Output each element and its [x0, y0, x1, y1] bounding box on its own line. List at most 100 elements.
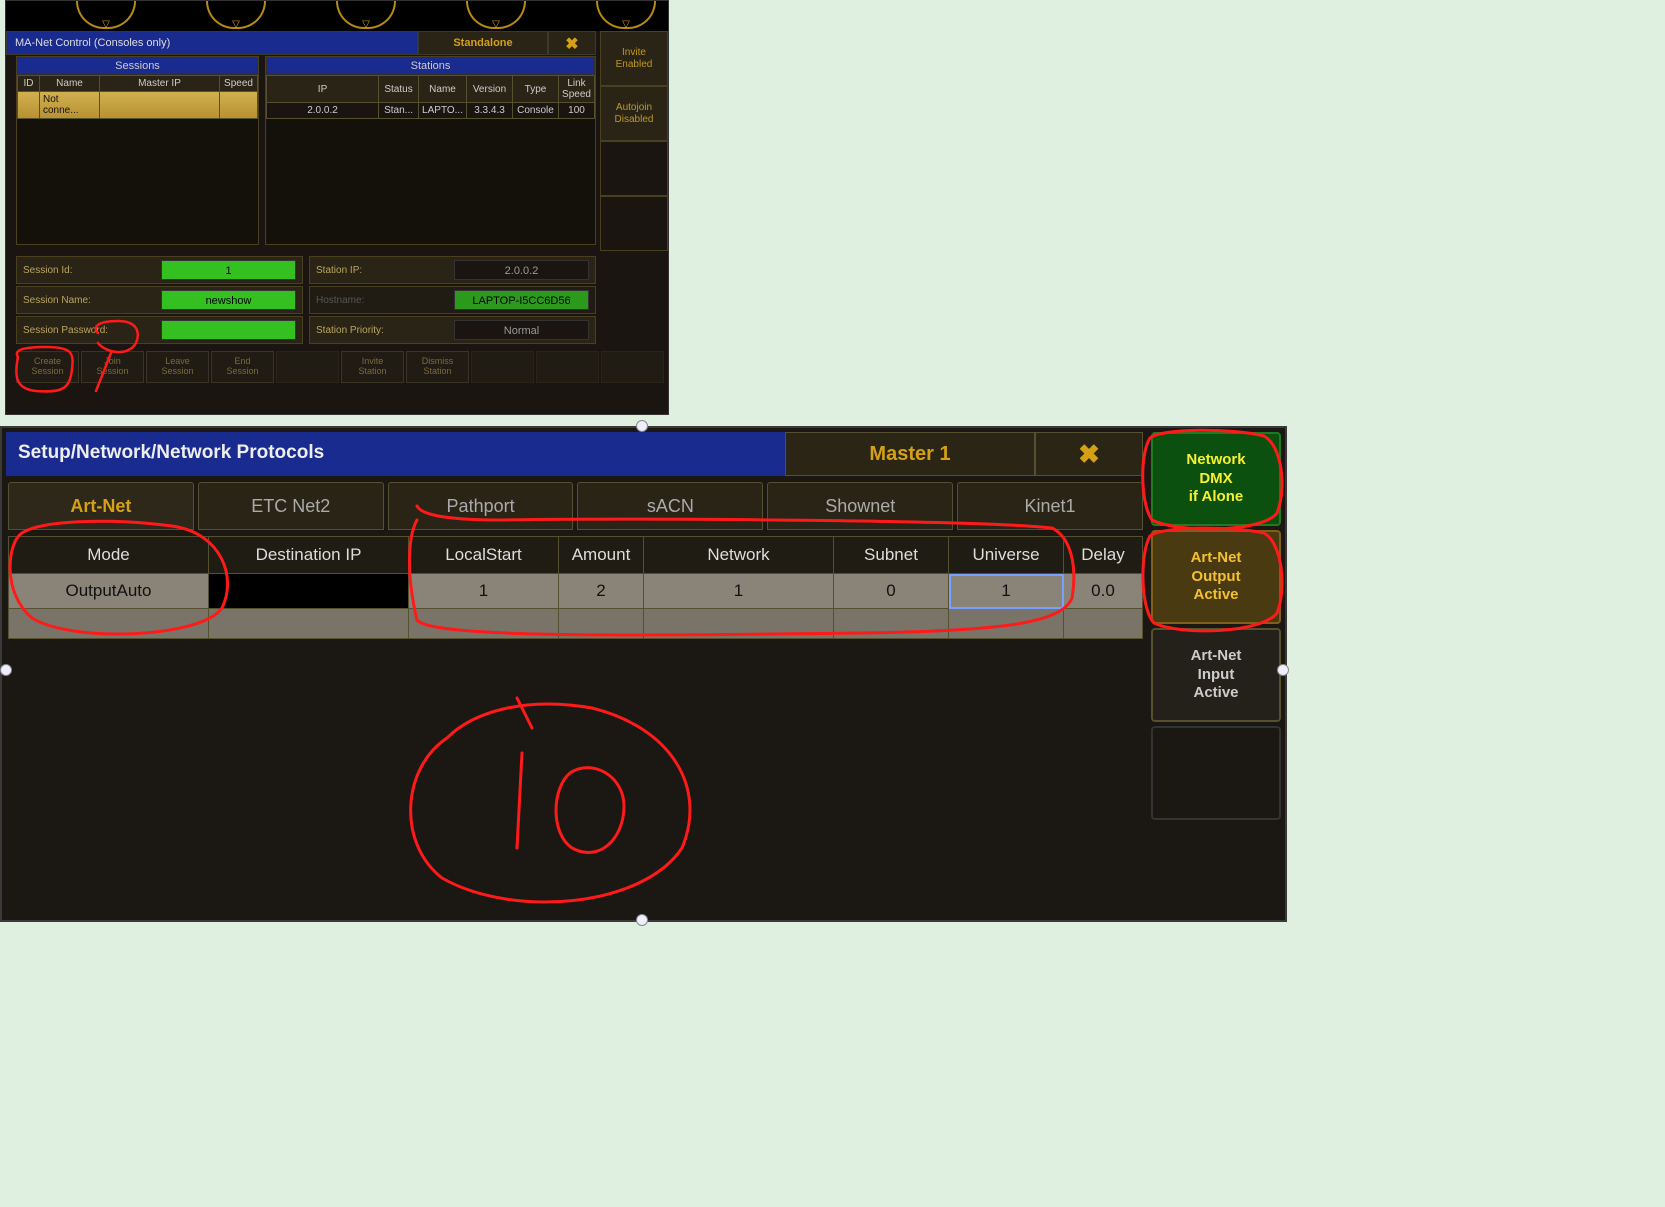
session-row[interactable]: Not conne...: [18, 92, 258, 119]
col-mode[interactable]: Mode: [9, 537, 209, 574]
col-localstart[interactable]: LocalStart: [409, 537, 559, 574]
close-icon[interactable]: ✖: [548, 31, 596, 55]
leave-session-button[interactable]: Leave Session: [146, 351, 209, 383]
priority-field[interactable]: Normal: [454, 320, 589, 340]
station-ip-row: Station IP: 2.0.0.2: [309, 256, 596, 284]
col-link-speed[interactable]: Link Speed: [559, 76, 595, 103]
blank-button: [1151, 726, 1281, 820]
resize-handle-icon[interactable]: [636, 914, 648, 926]
blank-button: [601, 351, 664, 383]
standalone-button[interactable]: Standalone: [418, 31, 548, 55]
tab-pathport[interactable]: Pathport: [388, 482, 574, 530]
session-name-label: Session Name:: [23, 295, 161, 306]
session-id-label: Session Id:: [23, 265, 161, 276]
col-name[interactable]: Name: [40, 76, 100, 92]
cell-network[interactable]: 1: [644, 574, 834, 609]
session-id-row: Session Id: 1: [16, 256, 303, 284]
col-type[interactable]: Type: [513, 76, 559, 103]
create-session-button[interactable]: Create Session: [16, 351, 79, 383]
tab-artnet[interactable]: Art-Net: [8, 482, 194, 530]
close-icon[interactable]: ✖: [1035, 432, 1143, 476]
dismiss-station-button[interactable]: Dismiss Station: [406, 351, 469, 383]
encoder-knob[interactable]: [336, 1, 396, 29]
cell-delay[interactable]: 0.0: [1064, 574, 1143, 609]
resize-handle-icon[interactable]: [1277, 664, 1289, 676]
resize-handle-icon[interactable]: [636, 420, 648, 432]
empty-row[interactable]: [9, 609, 1143, 639]
col-status[interactable]: Status: [379, 76, 419, 103]
session-pwd-row: Session Password:: [16, 316, 303, 344]
col-name[interactable]: Name: [419, 76, 467, 103]
col-network[interactable]: Network: [644, 537, 834, 574]
col-ip[interactable]: IP: [267, 76, 379, 103]
encoder-knob[interactable]: [76, 1, 136, 29]
sessions-table[interactable]: ID Name Master IP Speed Not conne...: [17, 75, 258, 244]
artnet-row[interactable]: OutputAuto 1 2 1 0 1 0.0: [9, 574, 1143, 609]
blank-button: [600, 141, 668, 196]
col-id[interactable]: ID: [18, 76, 40, 92]
cell-mode[interactable]: OutputAuto: [9, 574, 209, 609]
hostname-label: Hostname:: [316, 295, 454, 306]
col-speed[interactable]: Speed: [220, 76, 258, 92]
end-session-button[interactable]: End Session: [211, 351, 274, 383]
protocol-tabs: Art-Net ETC Net2 Pathport sACN Shownet K…: [8, 482, 1143, 530]
stations-panel: Stations IP Status Name Version Type Lin…: [265, 56, 596, 245]
background-bottom: [0, 922, 1665, 1207]
encoder-knob[interactable]: [596, 1, 656, 29]
page-title: Setup/Network/Network Protocols: [6, 432, 785, 476]
station-row[interactable]: 2.0.0.2 Stan... LAPTO... 3.3.4.3 Console…: [267, 103, 595, 119]
window-title: MA-Net Control (Consoles only): [6, 31, 418, 55]
cell-amount[interactable]: 2: [559, 574, 644, 609]
tab-sacn[interactable]: sACN: [577, 482, 763, 530]
col-delay[interactable]: Delay: [1064, 537, 1143, 574]
hostname-field[interactable]: LAPTOP-I5CC6D56: [454, 290, 589, 310]
tab-shownet[interactable]: Shownet: [767, 482, 953, 530]
sessions-header: Sessions: [17, 57, 258, 75]
cell-subnet[interactable]: 0: [834, 574, 949, 609]
stations-table[interactable]: IP Status Name Version Type Link Speed 2…: [266, 75, 595, 244]
artnet-output-active-button[interactable]: Art-Net Output Active: [1151, 530, 1281, 624]
blank-button: [276, 351, 339, 383]
col-version[interactable]: Version: [467, 76, 513, 103]
background-right: [664, 0, 1665, 415]
tab-etcnet2[interactable]: ETC Net2: [198, 482, 384, 530]
col-subnet[interactable]: Subnet: [834, 537, 949, 574]
col-master-ip[interactable]: Master IP: [100, 76, 220, 92]
manet-control-window: MA-Net Control (Consoles only) Standalon…: [5, 0, 669, 415]
session-pwd-field[interactable]: [161, 320, 296, 340]
stations-header: Stations: [266, 57, 595, 75]
background-gap: [0, 415, 1665, 426]
resize-handle-icon[interactable]: [0, 664, 12, 676]
station-ip-field[interactable]: 2.0.0.2: [454, 260, 589, 280]
artnet-input-active-button[interactable]: Art-Net Input Active: [1151, 628, 1281, 722]
priority-row: Station Priority: Normal: [309, 316, 596, 344]
join-session-button[interactable]: Join Session: [81, 351, 144, 383]
blank-button: [600, 196, 668, 251]
invite-station-button[interactable]: Invite Station: [341, 351, 404, 383]
network-dmx-alone-button[interactable]: Network DMX if Alone: [1151, 432, 1281, 526]
encoder-knob[interactable]: [466, 1, 526, 29]
blank-button: [536, 351, 599, 383]
tab-kinet1[interactable]: Kinet1: [957, 482, 1143, 530]
col-universe[interactable]: Universe: [949, 537, 1064, 574]
session-id-field[interactable]: 1: [161, 260, 296, 280]
cell-localstart[interactable]: 1: [409, 574, 559, 609]
master-indicator[interactable]: Master 1: [785, 432, 1035, 476]
sessions-panel: Sessions ID Name Master IP Speed Not con…: [16, 56, 259, 245]
cell-universe[interactable]: 1: [949, 574, 1064, 609]
session-name-field[interactable]: newshow: [161, 290, 296, 310]
encoder-bar: [6, 1, 668, 31]
cell-dest-ip[interactable]: [209, 574, 409, 609]
right-button-column: Network DMX if Alone Art-Net Output Acti…: [1151, 432, 1281, 820]
encoder-knob[interactable]: [206, 1, 266, 29]
col-dest-ip[interactable]: Destination IP: [209, 537, 409, 574]
col-amount[interactable]: Amount: [559, 537, 644, 574]
network-protocols-window: Setup/Network/Network Protocols Master 1…: [0, 426, 1287, 922]
artnet-grid[interactable]: Mode Destination IP LocalStart Amount Ne…: [8, 536, 1143, 639]
invite-enabled-button[interactable]: Invite Enabled: [600, 31, 668, 86]
side-button-column: Invite Enabled Autojoin Disabled: [600, 31, 668, 251]
priority-label: Station Priority:: [316, 325, 454, 336]
blank-button: [471, 351, 534, 383]
session-pwd-label: Session Password:: [23, 325, 161, 336]
autojoin-disabled-button[interactable]: Autojoin Disabled: [600, 86, 668, 141]
